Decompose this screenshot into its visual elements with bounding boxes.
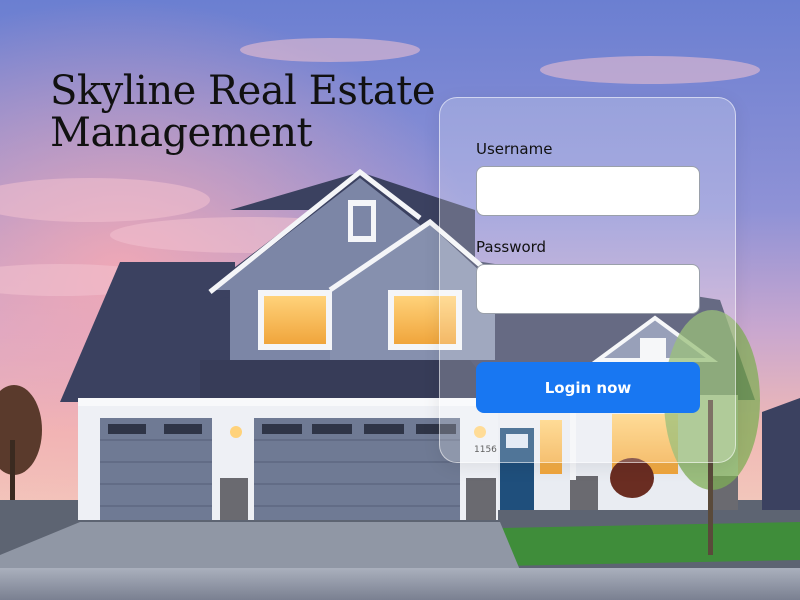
brand-title-line1: Skyline Real Estate	[50, 68, 436, 114]
brand-title: Skyline Real Estate Management	[50, 70, 440, 154]
login-panel: Username Password Login now	[439, 97, 736, 463]
lawn	[500, 522, 800, 566]
street	[0, 568, 800, 600]
neighbor-house	[762, 398, 800, 510]
shrub	[610, 458, 654, 498]
password-input[interactable]	[476, 264, 700, 314]
password-label: Password	[476, 238, 547, 256]
brand-title-line2: Management	[50, 110, 313, 156]
username-label: Username	[476, 140, 553, 158]
login-button[interactable]: Login now	[476, 362, 700, 413]
driveway	[0, 522, 520, 575]
username-input[interactable]	[476, 166, 700, 216]
